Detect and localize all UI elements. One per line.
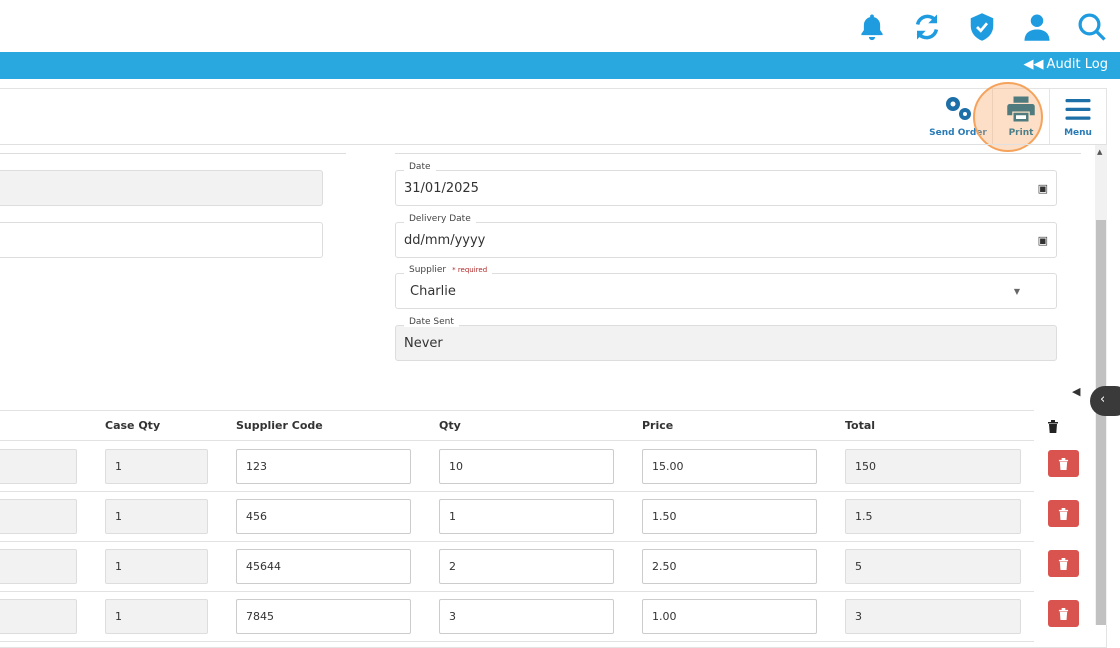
divider (0, 144, 1106, 145)
product-cell (0, 499, 77, 534)
hamburger-icon (1065, 99, 1091, 120)
date-sent-field: Date Sent Never (395, 317, 1057, 361)
chevron-left-icon: ‹ (1100, 392, 1106, 407)
caret-down-icon: ▼ (1013, 286, 1020, 296)
total-cell: 3 (845, 599, 1021, 634)
case-qty-cell: 1 (105, 549, 208, 584)
divider (0, 153, 346, 154)
total-cell: 5 (845, 549, 1021, 584)
divider (0, 591, 1034, 592)
header-supplier-code: Supplier Code (236, 419, 323, 432)
divider (0, 641, 1034, 642)
price-input[interactable]: 15.00 (642, 449, 817, 484)
delivery-date-field[interactable]: Delivery Date dd/mm/yyyy ▣ (395, 214, 1057, 258)
printer-icon (1007, 96, 1035, 122)
side-panel-toggle[interactable]: ‹ (1090, 386, 1120, 416)
divider (0, 491, 1034, 492)
audit-log-link[interactable]: ◀◀ Audit Log (1024, 57, 1108, 72)
trash-icon (1058, 607, 1069, 620)
readonly-field (0, 170, 323, 206)
divider (395, 153, 1081, 154)
trash-icon (1058, 457, 1069, 470)
supplier-select[interactable]: Supplier * required Charlie ▼ (395, 265, 1057, 309)
divider (0, 541, 1034, 542)
price-input[interactable]: 2.50 (642, 549, 817, 584)
print-button[interactable]: Print (996, 92, 1046, 144)
delete-row-button[interactable] (1048, 450, 1079, 477)
trash-icon (1058, 557, 1069, 570)
rewind-icon: ◀◀ (1023, 57, 1044, 72)
case-qty-cell: 1 (105, 599, 208, 634)
header-bar: ◀◀ Audit Log (0, 52, 1120, 79)
qty-input[interactable]: 3 (439, 599, 614, 634)
trash-icon (1058, 507, 1069, 520)
price-input[interactable]: 1.50 (642, 499, 817, 534)
supplier-code-input[interactable]: 7845 (236, 599, 411, 634)
total-cell: 1.5 (845, 499, 1021, 534)
scroll-up-icon[interactable]: ▲ (1097, 148, 1102, 156)
scrollbar[interactable]: ▲ (1095, 145, 1107, 625)
case-qty-cell: 1 (105, 499, 208, 534)
qty-input[interactable]: 10 (439, 449, 614, 484)
case-qty-cell: 1 (105, 449, 208, 484)
delete-row-button[interactable] (1048, 500, 1079, 527)
shield-check-icon[interactable] (967, 12, 997, 42)
supplier-code-input[interactable]: 123 (236, 449, 411, 484)
qty-input[interactable]: 2 (439, 549, 614, 584)
sync-icon[interactable] (912, 12, 942, 42)
bell-icon[interactable] (857, 12, 887, 42)
scrollbar-thumb[interactable] (1096, 220, 1106, 625)
search-icon[interactable] (1077, 12, 1107, 42)
price-input[interactable]: 1.00 (642, 599, 817, 634)
gears-icon (946, 97, 971, 120)
text-field[interactable] (0, 222, 323, 258)
product-cell (0, 449, 77, 484)
header-qty: Qty (439, 419, 461, 432)
header-case-qty: Case Qty (105, 419, 161, 432)
divider (0, 440, 1034, 441)
calendar-icon[interactable]: ▣ (1038, 182, 1048, 195)
collapse-caret-icon[interactable]: ◀ (1072, 385, 1080, 398)
product-cell (0, 549, 77, 584)
trash-icon (1047, 418, 1059, 437)
supplier-code-input[interactable]: 456 (236, 499, 411, 534)
header-total: Total (845, 419, 876, 432)
supplier-code-input[interactable]: 45644 (236, 549, 411, 584)
delete-row-button[interactable] (1048, 600, 1079, 627)
user-icon[interactable] (1022, 12, 1052, 42)
menu-button[interactable]: Menu (1053, 92, 1103, 144)
delete-row-button[interactable] (1048, 550, 1079, 577)
divider (1049, 89, 1050, 144)
header-price: Price (642, 419, 674, 432)
divider (0, 410, 1034, 411)
product-cell (0, 599, 77, 634)
total-cell: 150 (845, 449, 1021, 484)
calendar-icon[interactable]: ▣ (1038, 234, 1048, 247)
date-field[interactable]: Date 31/01/2025 ▣ (395, 162, 1057, 206)
qty-input[interactable]: 1 (439, 499, 614, 534)
